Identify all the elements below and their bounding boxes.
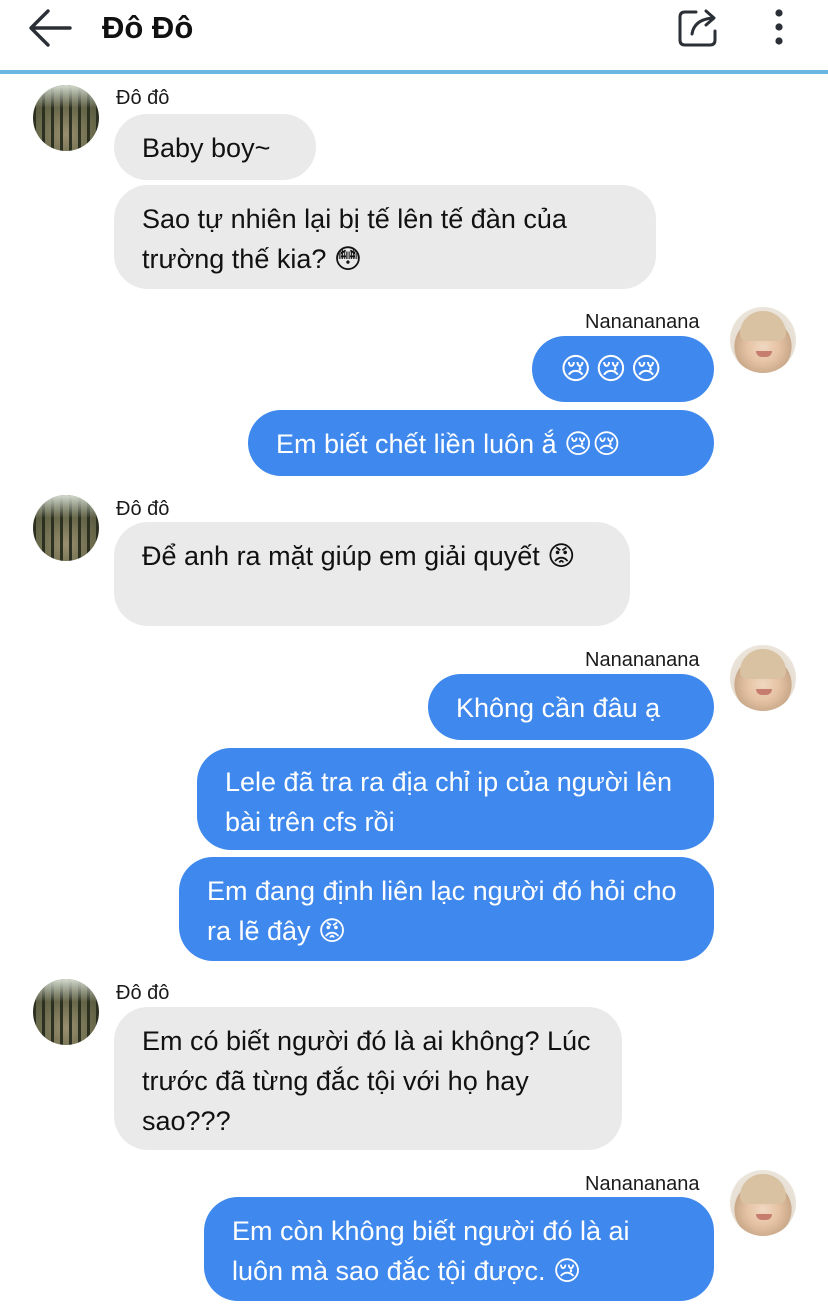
message-bubble-incoming[interactable]: Em có biết người đó là ai không? Lúc trư… bbox=[114, 1007, 622, 1150]
message-bubble-outgoing[interactable]: Em đang định liên lạc người đó hỏi cho r… bbox=[179, 857, 714, 961]
user-avatar[interactable] bbox=[730, 1170, 796, 1236]
message-bubble-incoming[interactable]: Để anh ra mặt giúp em giải quyết 😡 bbox=[114, 522, 630, 626]
message-bubble-outgoing[interactable]: Em còn không biết người đó là ai luôn mà… bbox=[204, 1197, 714, 1301]
user-avatar[interactable] bbox=[730, 645, 796, 711]
header-divider bbox=[0, 70, 828, 74]
contact-avatar[interactable] bbox=[33, 495, 99, 561]
contact-avatar[interactable] bbox=[33, 979, 99, 1045]
message-bubble-incoming[interactable]: Sao tự nhiên lại bị tế lên tế đàn của tr… bbox=[114, 185, 656, 289]
back-arrow-icon[interactable] bbox=[24, 6, 76, 50]
message-bubble-outgoing[interactable]: Em biết chết liền luôn ắ 😢😢 bbox=[248, 410, 714, 476]
sender-name: Nanananana bbox=[585, 649, 700, 671]
message-bubble-incoming[interactable]: Baby boy~ bbox=[114, 114, 316, 180]
sender-name: Đô đô bbox=[116, 498, 170, 520]
sender-name: Nanananana bbox=[585, 311, 700, 333]
sender-name: Nanananana bbox=[585, 1173, 700, 1195]
contact-avatar[interactable] bbox=[33, 85, 99, 151]
chat-title: Đô Đô bbox=[102, 10, 194, 45]
message-bubble-outgoing[interactable]: Không cần đâu ạ bbox=[428, 674, 714, 740]
sender-name: Đô đô bbox=[116, 982, 170, 1004]
share-icon[interactable] bbox=[676, 4, 722, 50]
user-avatar[interactable] bbox=[730, 307, 796, 373]
message-bubble-outgoing[interactable]: 😢😢😢 bbox=[532, 336, 714, 402]
sender-name: Đô đô bbox=[116, 87, 170, 109]
chat-header: Đô Đô bbox=[0, 0, 828, 72]
more-options-icon[interactable] bbox=[764, 4, 794, 50]
message-bubble-outgoing[interactable]: Lele đã tra ra địa chỉ ip của người lên … bbox=[197, 748, 714, 850]
